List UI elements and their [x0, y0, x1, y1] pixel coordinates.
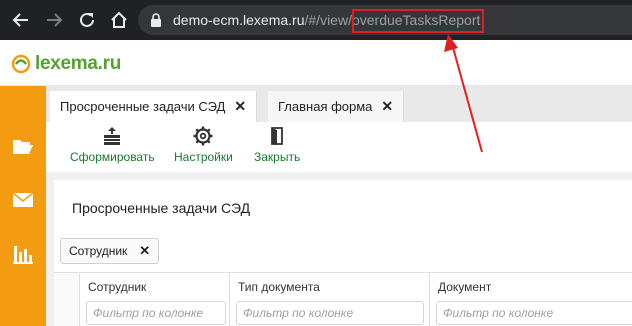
column-filter-input[interactable]	[236, 301, 424, 325]
sidebar-item-mail[interactable]	[0, 180, 46, 220]
gear-icon	[193, 126, 213, 146]
column-filter-input[interactable]	[436, 301, 632, 325]
tab-label: Просроченные задачи СЭД	[60, 99, 226, 114]
column-document-type: Тип документа	[230, 273, 430, 326]
sidebar-item-reports[interactable]	[0, 234, 46, 274]
report-toolbar: Сформировать Настройки Закрыть	[46, 122, 632, 172]
close-icon[interactable]: ✕	[234, 98, 246, 115]
arrow-left-icon	[12, 13, 28, 27]
url-route-highlight-box	[352, 9, 484, 33]
report-panel: Просроченные задачи СЭД Сотрудник ✕ Сотр…	[54, 180, 632, 326]
group-by-chip-label: Сотрудник	[69, 244, 128, 258]
generate-label: Сформировать	[70, 150, 155, 164]
reload-icon	[80, 12, 94, 27]
close-icon[interactable]: ✕	[381, 98, 393, 115]
door-exit-icon	[271, 127, 284, 145]
page-title: Просроченные задачи СЭД	[72, 200, 251, 216]
logo[interactable]: lexema.ru	[10, 53, 121, 75]
column-header[interactable]: Документ	[438, 280, 491, 294]
folder-open-icon	[13, 140, 33, 154]
bar-chart-icon	[13, 246, 33, 264]
close-label: Закрыть	[254, 150, 301, 164]
arrow-right-icon	[47, 13, 63, 27]
column-employee: Сотрудник	[80, 273, 230, 326]
tab-label: Главная форма	[278, 99, 373, 114]
browser-toolbar: demo-ecm.lexema.ru/#/view/overdueTasksRe…	[0, 0, 632, 40]
tab-overdue-tasks[interactable]: Просроченные задачи СЭД ✕	[50, 91, 258, 122]
generate-button[interactable]: Сформировать	[70, 126, 155, 164]
group-by-chip[interactable]: Сотрудник ✕	[60, 238, 160, 264]
url-path: /#/view/	[304, 12, 352, 28]
screenshot-frame: demo-ecm.lexema.ru/#/view/overdueTasksRe…	[0, 0, 632, 326]
column-header[interactable]: Тип документа	[238, 280, 320, 294]
tab-main-form[interactable]: Главная форма ✕	[268, 91, 405, 122]
content-area: Просроченные задачи СЭД Сотрудник ✕ Сотр…	[46, 172, 632, 326]
logo-text: lexema.ru	[35, 53, 122, 74]
home-icon	[111, 11, 127, 28]
home-button[interactable]	[107, 8, 131, 32]
envelope-icon	[12, 192, 34, 207]
settings-label: Настройки	[174, 150, 233, 164]
column-filter-input[interactable]	[86, 301, 226, 325]
url-host: demo-ecm.lexema.ru	[173, 12, 305, 28]
column-document: Документ	[430, 273, 632, 326]
lock-icon	[151, 13, 161, 27]
reload-button[interactable]	[75, 8, 99, 32]
close-icon[interactable]: ✕	[139, 243, 150, 259]
back-button[interactable]	[9, 8, 33, 32]
sidebar-item-documents[interactable]	[0, 126, 46, 166]
report-grid: Сотрудник Тип документа Документ	[54, 272, 632, 326]
sidebar	[0, 86, 46, 326]
close-button[interactable]: Закрыть	[254, 126, 300, 164]
generate-report-icon	[104, 127, 121, 145]
column-header[interactable]: Сотрудник	[88, 280, 146, 294]
tabs-bar: Просроченные задачи СЭД ✕ Главная форма …	[46, 86, 632, 122]
settings-button[interactable]: Настройки	[174, 126, 233, 164]
lexema-logo-icon	[11, 54, 31, 74]
grid-row-indicator	[54, 273, 80, 326]
forward-button[interactable]	[42, 8, 66, 32]
